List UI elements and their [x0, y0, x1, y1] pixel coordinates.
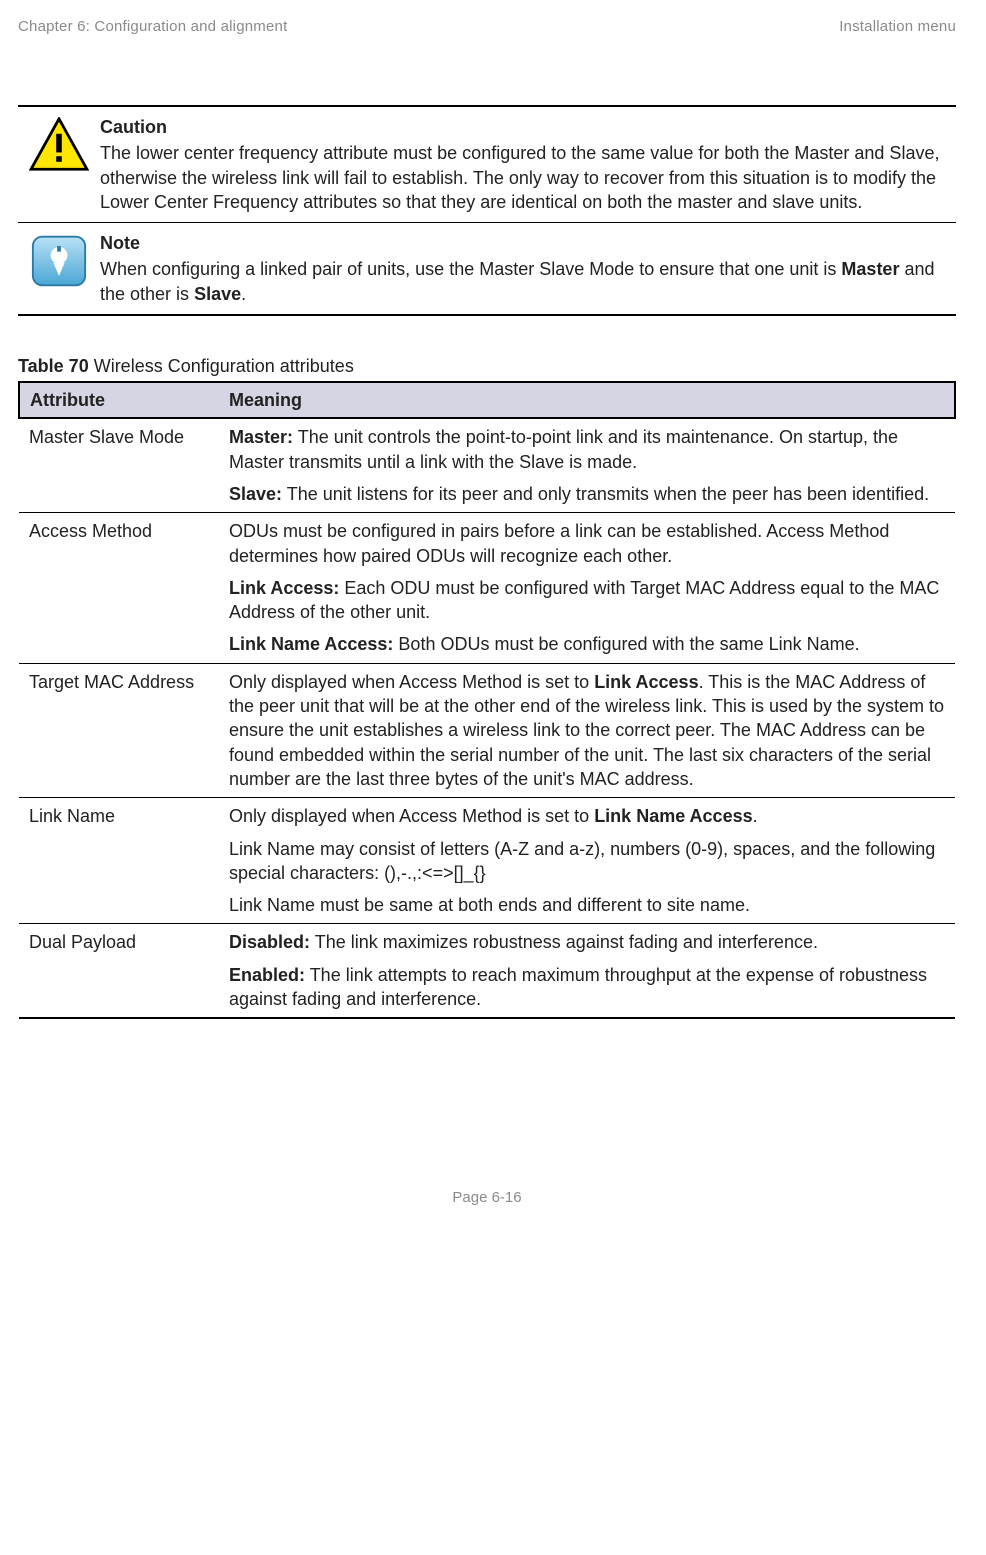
- text: The link maximizes robustness against fa…: [310, 932, 818, 952]
- attr-name: Access Method: [19, 513, 219, 663]
- note-body-post: .: [241, 284, 246, 304]
- text: Link Name must be same at both ends and …: [229, 893, 945, 917]
- note-icon-col: [18, 231, 100, 306]
- chapter-title: Chapter 6: Configuration and alignment: [18, 18, 287, 35]
- attr-name: Link Name: [19, 798, 219, 924]
- page-header: Chapter 6: Configuration and alignment I…: [18, 18, 956, 35]
- text: ODUs must be configured in pairs before …: [229, 519, 945, 568]
- table-row: Link Name Only displayed when Access Met…: [19, 798, 955, 924]
- text: Link Name may consist of letters (A-Z an…: [229, 837, 945, 886]
- table-row: Target MAC Address Only displayed when A…: [19, 663, 955, 797]
- note-body-pre: When configuring a linked pair of units,…: [100, 259, 841, 279]
- note-master: Master: [841, 259, 899, 279]
- label-link-access: Link Access:: [229, 578, 339, 598]
- attr-name: Master Slave Mode: [19, 418, 219, 512]
- attr-meaning: Only displayed when Access Method is set…: [219, 663, 955, 797]
- text: Both ODUs must be configured with the sa…: [393, 634, 859, 654]
- text-pre: Only displayed when Access Method is set…: [229, 806, 594, 826]
- label-enabled: Enabled:: [229, 965, 305, 985]
- col-header-meaning: Meaning: [219, 382, 955, 418]
- caution-title: Caution: [100, 115, 952, 139]
- label-slave: Slave:: [229, 484, 282, 504]
- page-number: 6-16: [492, 1189, 522, 1206]
- label-disabled: Disabled:: [229, 932, 310, 952]
- caution-icon-col: [18, 115, 100, 214]
- label-master: Master:: [229, 427, 293, 447]
- attr-meaning: Disabled: The link maximizes robustness …: [219, 924, 955, 1018]
- col-header-attribute: Attribute: [19, 382, 219, 418]
- label-link-name-access: Link Name Access: [594, 806, 752, 826]
- table-header-row: Attribute Meaning: [19, 382, 955, 418]
- text-post: .: [753, 806, 758, 826]
- attr-meaning: Only displayed when Access Method is set…: [219, 798, 955, 924]
- attr-name: Dual Payload: [19, 924, 219, 1018]
- page-container: Chapter 6: Configuration and alignment I…: [0, 0, 986, 1236]
- text: The unit listens for its peer and only t…: [282, 484, 929, 504]
- page-footer: Page 6-16: [18, 1189, 956, 1206]
- note-icon: [29, 233, 89, 289]
- note-title: Note: [100, 231, 952, 255]
- page-label: Page: [452, 1189, 491, 1206]
- note-slave: Slave: [194, 284, 241, 304]
- note-callout: Note When configuring a linked pair of u…: [18, 223, 956, 314]
- label-link-access: Link Access: [594, 672, 698, 692]
- table-title: Wireless Configuration attributes: [89, 356, 354, 376]
- table-caption: Table 70 Wireless Configuration attribut…: [18, 356, 956, 377]
- section-title: Installation menu: [839, 18, 956, 35]
- callout-group: Caution The lower center frequency attri…: [18, 105, 956, 316]
- table-row: Dual Payload Disabled: The link maximize…: [19, 924, 955, 1018]
- text-pre: Only displayed when Access Method is set…: [229, 672, 594, 692]
- attr-meaning: Master: The unit controls the point-to-p…: [219, 418, 955, 512]
- table-row: Master Slave Mode Master: The unit contr…: [19, 418, 955, 512]
- note-text: Note When configuring a linked pair of u…: [100, 231, 956, 306]
- attributes-table: Attribute Meaning Master Slave Mode Mast…: [18, 381, 956, 1019]
- caution-callout: Caution The lower center frequency attri…: [18, 107, 956, 223]
- note-body: When configuring a linked pair of units,…: [100, 257, 952, 306]
- attr-meaning: ODUs must be configured in pairs before …: [219, 513, 955, 663]
- attr-name: Target MAC Address: [19, 663, 219, 797]
- label-link-name-access: Link Name Access:: [229, 634, 393, 654]
- text: The link attempts to reach maximum throu…: [229, 965, 927, 1009]
- caution-text: Caution The lower center frequency attri…: [100, 115, 956, 214]
- caution-icon: [29, 117, 89, 173]
- text: The unit controls the point-to-point lin…: [229, 427, 898, 471]
- caution-body: The lower center frequency attribute mus…: [100, 141, 952, 214]
- table-row: Access Method ODUs must be configured in…: [19, 513, 955, 663]
- table-number: Table 70: [18, 356, 89, 376]
